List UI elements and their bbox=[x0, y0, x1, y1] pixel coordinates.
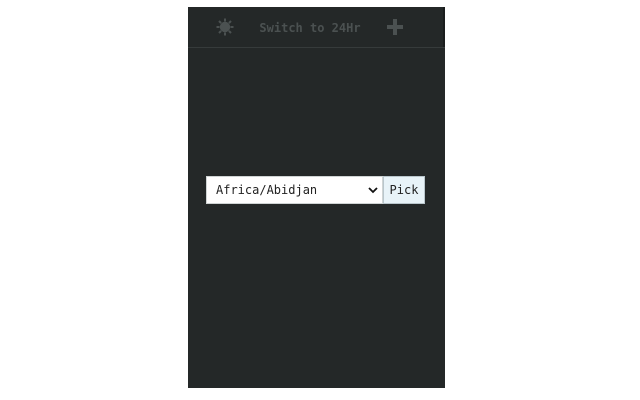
timezone-select[interactable]: Africa/Abidjan bbox=[206, 176, 383, 204]
toolbar: Switch to 24Hr bbox=[188, 7, 445, 48]
theme-toggle-button[interactable] bbox=[215, 17, 235, 37]
add-clock-button[interactable] bbox=[385, 17, 405, 37]
plus-icon bbox=[387, 19, 403, 35]
sun-gear-icon bbox=[216, 18, 234, 36]
pick-button[interactable]: Pick bbox=[383, 176, 425, 204]
timezone-picker: Africa/Abidjan Pick bbox=[206, 176, 426, 204]
timezone-selected-value: Africa/Abidjan bbox=[216, 183, 318, 197]
chevron-down-icon bbox=[368, 187, 378, 194]
switch-24hr-button[interactable]: Switch to 24Hr bbox=[258, 19, 362, 37]
toolbar-divider bbox=[443, 7, 445, 47]
app-window: Switch to 24Hr Africa/Abidjan Pick bbox=[188, 7, 445, 388]
